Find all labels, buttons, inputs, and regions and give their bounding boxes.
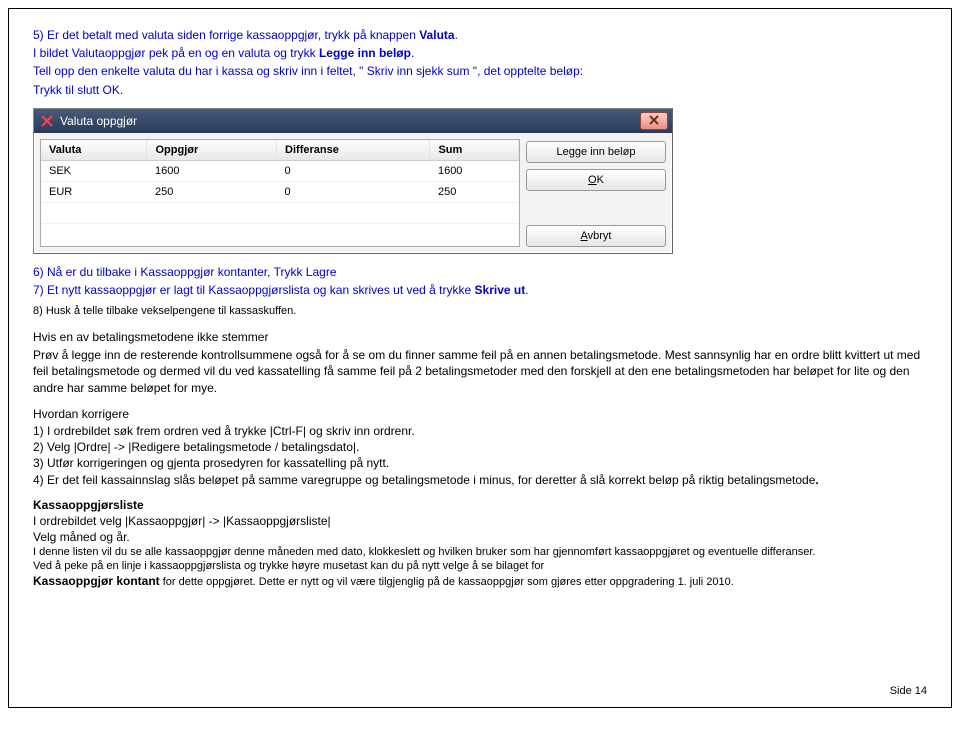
col-sum[interactable]: Sum <box>430 140 519 161</box>
instruction-7: 7) Et nytt kassaoppgjør er lagt til Kass… <box>33 282 927 298</box>
error-heading: Hvis en av betalingsmetodene ikke stemme… <box>33 329 927 345</box>
list-heading: Kassaoppgjørsliste <box>33 498 927 512</box>
fix-1: 1) I ordrebildet søk frem ordren ved å t… <box>33 424 927 438</box>
fix-4: 4) Er det feil kassainnslag slås beløpet… <box>33 472 927 488</box>
list-3: I denne listen vil du se alle kassaoppgj… <box>33 546 927 558</box>
close-icon <box>649 114 659 128</box>
ok-button[interactable]: OK <box>526 169 666 191</box>
fix-heading: Hvordan korrigere <box>33 406 927 422</box>
dialog-title: Valuta oppgjør <box>60 114 137 128</box>
dialog-titlebar: Valuta oppgjør <box>34 109 672 133</box>
list-2: Velg måned og år. <box>33 530 927 544</box>
instruction-5c: Tell opp den enkelte valuta du har i kas… <box>33 63 927 79</box>
fix-2: 2) Velg |Ordre| -> |Redigere betalingsme… <box>33 440 927 454</box>
col-oppgjor[interactable]: Oppgjør <box>147 140 277 161</box>
col-differanse[interactable]: Differanse <box>277 140 430 161</box>
table-row[interactable]: EUR 250 0 250 <box>41 181 519 202</box>
page-number: Side 14 <box>890 685 927 697</box>
error-body: Prøv å legge inn de resterende kontrolls… <box>33 347 927 396</box>
avbryt-button[interactable]: Avbryt <box>526 225 666 247</box>
app-icon <box>40 114 54 128</box>
valuta-oppgjor-dialog: Valuta oppgjør Valuta Oppgjør Differanse… <box>33 108 673 254</box>
close-button[interactable] <box>640 112 668 130</box>
instruction-5d: Trykk til slutt OK. <box>33 82 927 98</box>
list-5: Kassaoppgjør kontant for dette oppgjøret… <box>33 574 927 588</box>
list-4: Ved å peke på en linje i kassaoppgjørsli… <box>33 560 927 572</box>
instruction-6: 6) Nå er du tilbake i Kassaoppgjør konta… <box>33 264 927 280</box>
table-row[interactable]: SEK 1600 0 1600 <box>41 160 519 181</box>
currency-table-container: Valuta Oppgjør Differanse Sum SEK 1600 0… <box>40 139 520 247</box>
fix-3: 3) Utfør korrigeringen og gjenta prosedy… <box>33 456 927 470</box>
instruction-5b: I bildet Valutaoppgjør pek på en og en v… <box>33 45 927 61</box>
currency-table: Valuta Oppgjør Differanse Sum SEK 1600 0… <box>41 140 519 224</box>
col-valuta[interactable]: Valuta <box>41 140 147 161</box>
instruction-5a: 5) Er det betalt med valuta siden forrig… <box>33 27 927 43</box>
list-1: I ordrebildet velg |Kassaoppgjør| -> |Ka… <box>33 514 927 528</box>
instruction-8: 8) Husk å telle tilbake vekselpengene ti… <box>33 304 927 319</box>
table-row[interactable] <box>41 202 519 223</box>
legge-inn-belop-button[interactable]: Legge inn beløp <box>526 141 666 163</box>
